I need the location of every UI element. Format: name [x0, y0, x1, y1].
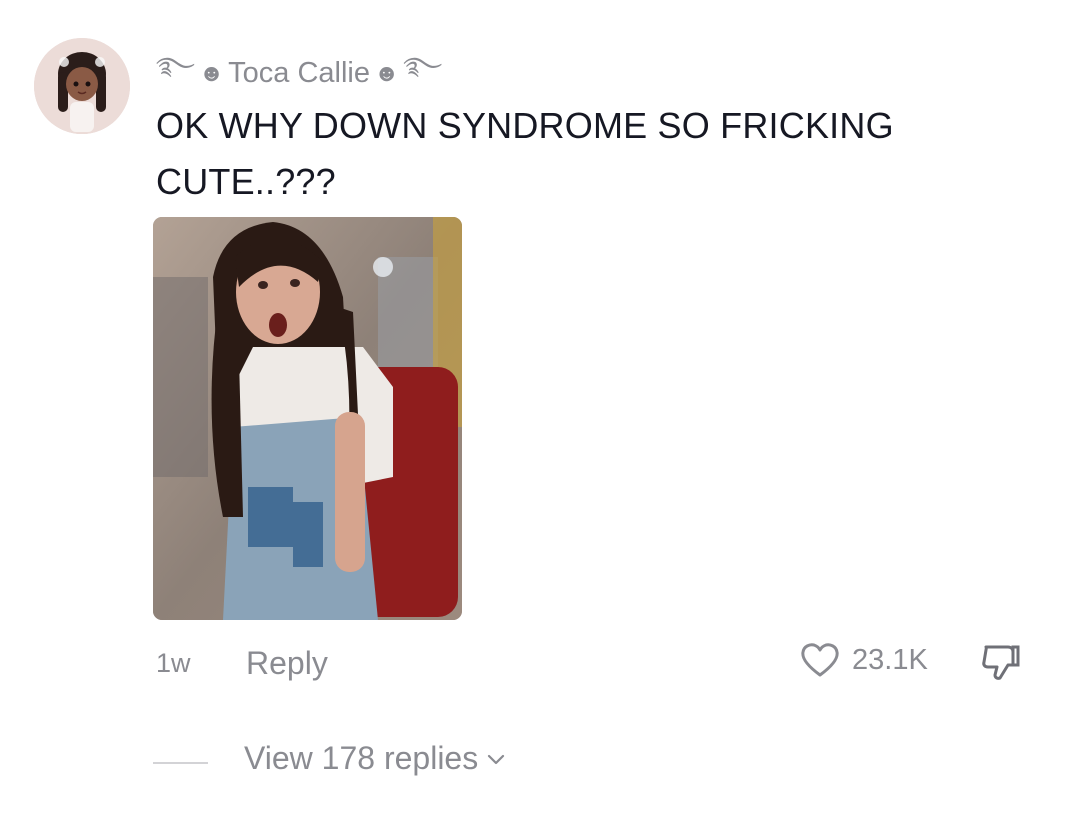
photo-image: [153, 217, 462, 620]
username[interactable]: ࿐ ☻ Toca Callie ☻ ࿐: [156, 40, 442, 107]
view-replies-label[interactable]: View 178 replies: [244, 740, 478, 777]
replies-divider: [153, 762, 208, 764]
avatar[interactable]: [34, 38, 130, 134]
smiley-icon-right: ☻: [373, 59, 400, 87]
reply-button[interactable]: Reply: [246, 645, 328, 682]
username-text[interactable]: Toca Callie: [228, 57, 370, 90]
comment-attached-image[interactable]: [153, 217, 462, 620]
like-count: 23.1K: [852, 643, 928, 676]
view-replies-button[interactable]: View 178 replies: [244, 740, 506, 777]
avatar-image: [34, 38, 130, 134]
comment-timestamp: 1w: [156, 648, 191, 678]
dislike-button[interactable]: [980, 642, 1022, 687]
smiley-icon-left: ☻: [198, 59, 225, 87]
thumbs-down-icon[interactable]: [980, 642, 1022, 682]
username-decoration-right: ࿐: [403, 53, 443, 80]
heart-outline-icon[interactable]: [800, 642, 840, 678]
comment-text: OK WHY DOWN SYNDROME SO FRICKING CUTE..?…: [156, 105, 894, 202]
username-decoration-left: ࿐: [156, 53, 195, 80]
like-button[interactable]: 23.1K: [800, 642, 928, 678]
chevron-down-icon[interactable]: [486, 752, 506, 766]
